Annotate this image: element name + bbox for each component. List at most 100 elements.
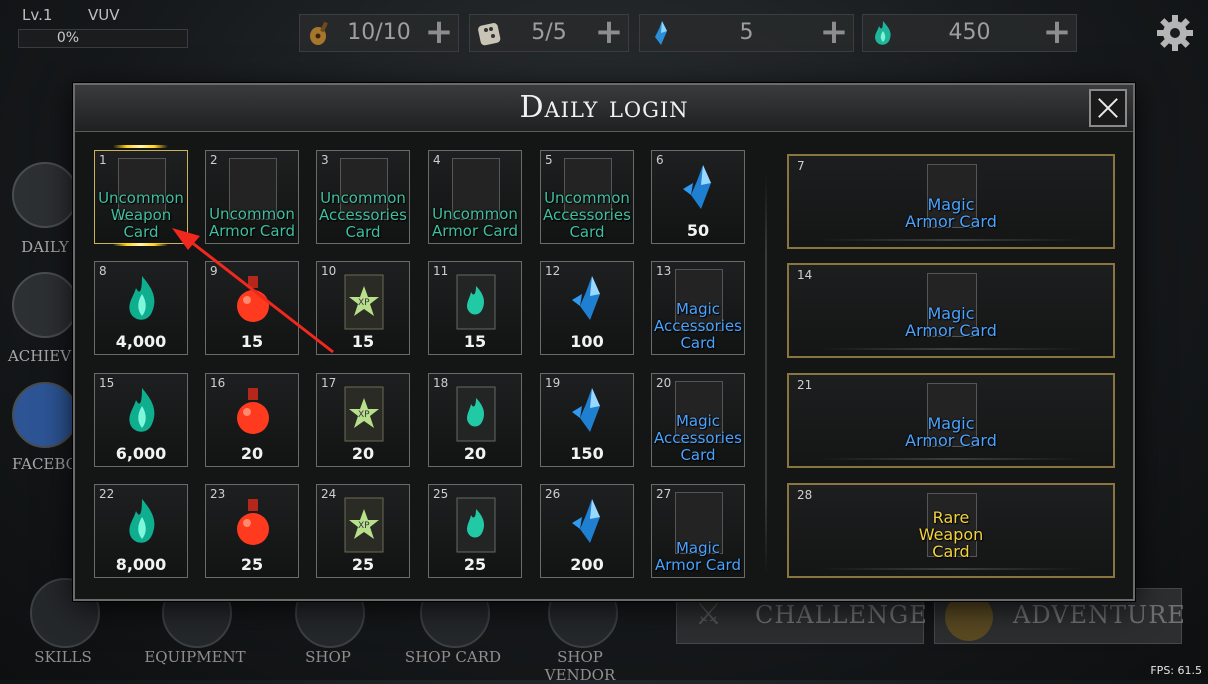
day-number: 14 <box>797 268 813 282</box>
day-8-reward[interactable]: 8 4,000 <box>94 261 188 355</box>
dialog-title: Daily login <box>519 90 689 125</box>
facebook-icon[interactable] <box>12 382 78 448</box>
day-24-reward[interactable]: 24 XP 25 <box>316 484 410 578</box>
day-21-weekly-reward[interactable]: 21 Magic Armor Card <box>787 373 1115 468</box>
day-number: 17 <box>321 376 337 390</box>
player-level: Lv.1 <box>22 6 53 24</box>
reward-quantity: 25 <box>351 555 375 574</box>
day-15-reward[interactable]: 15 6,000 <box>94 373 188 467</box>
reward-quantity: 15 <box>240 332 264 351</box>
day-number: 13 <box>656 264 672 278</box>
day-16-reward[interactable]: 16 20 <box>205 373 299 467</box>
day-number: 4 <box>433 153 441 167</box>
add-energy-button[interactable]: + <box>420 15 458 51</box>
day-number: 24 <box>321 487 337 501</box>
fps-counter: FPS: 61.5 <box>1150 664 1202 677</box>
day-4-reward[interactable]: 4 Uncommon Armor Card <box>428 150 522 244</box>
blue-crystal-icon <box>655 21 667 45</box>
green-soul-flame-icon <box>875 21 891 45</box>
day-number: 26 <box>545 487 561 501</box>
day-20-reward[interactable]: 20 Magic Accessories Card <box>651 373 745 467</box>
ornament-divider <box>819 348 1083 350</box>
crossed-swords-icon: ⚔ <box>695 597 723 632</box>
svg-text:XP: XP <box>358 521 370 531</box>
day-22-reward[interactable]: 22 8,000 <box>94 484 188 578</box>
day-number: 19 <box>545 376 561 390</box>
player-name: VUV <box>88 6 120 24</box>
day-number: 1 <box>99 153 107 167</box>
svg-text:XP: XP <box>358 410 370 420</box>
gear-icon[interactable] <box>1155 13 1195 53</box>
reward-quantity: 100 <box>570 332 604 351</box>
day-11-reward[interactable]: 11 15 <box>428 261 522 355</box>
xp-percent: 0% <box>56 30 80 46</box>
challenge-label: CHALLENGE <box>755 601 928 629</box>
day-19-reward[interactable]: 19 150 <box>540 373 634 467</box>
day-14-weekly-reward[interactable]: 14 Magic Armor Card <box>787 263 1115 358</box>
day-number: 11 <box>433 264 449 278</box>
day-number: 10 <box>321 264 337 278</box>
day-number: 7 <box>797 159 805 173</box>
day-10-reward[interactable]: 10 XP 15 <box>316 261 410 355</box>
reward-quantity: 6,000 <box>115 444 167 463</box>
soul-resource: 450 + <box>862 14 1077 52</box>
day-number: 28 <box>797 488 813 502</box>
day-12-reward[interactable]: 12 100 <box>540 261 634 355</box>
day-2-reward[interactable]: 2 Uncommon Armor Card <box>205 150 299 244</box>
reward-quantity: 8,000 <box>115 555 167 574</box>
reward-quantity: 25 <box>240 555 264 574</box>
day-number: 20 <box>656 376 672 390</box>
svg-text:XP: XP <box>358 298 370 308</box>
selection-glint-bottom <box>113 243 168 246</box>
day-13-reward[interactable]: 13 Magic Accessories Card <box>651 261 745 355</box>
bottom-shopcard-label: SHOP CARD <box>404 648 502 666</box>
add-crystal-button[interactable]: + <box>815 15 853 51</box>
bottom-shop-label: SHOP <box>305 648 351 666</box>
day-28-weekly-reward[interactable]: 28 Rare Weapon Card <box>787 483 1115 578</box>
adventure-label: ADVENTURE <box>1013 601 1186 629</box>
reward-label: Uncommon Accessories Card <box>543 189 631 241</box>
day-number: 15 <box>99 376 115 390</box>
reward-quantity: 15 <box>463 332 487 351</box>
day-26-reward[interactable]: 26 200 <box>540 484 634 578</box>
dice-resource: 5/5 + <box>469 14 629 52</box>
day-17-reward[interactable]: 17 XP 20 <box>316 373 410 467</box>
reward-quantity: 200 <box>570 555 604 574</box>
day-number: 27 <box>656 487 672 501</box>
day-number: 12 <box>545 264 561 278</box>
day-25-reward[interactable]: 25 25 <box>428 484 522 578</box>
day-18-reward[interactable]: 18 20 <box>428 373 522 467</box>
reward-label: Magic Accessories Card <box>654 412 742 464</box>
day-3-reward[interactable]: 3 Uncommon Accessories Card <box>316 150 410 244</box>
add-dice-button[interactable]: + <box>590 15 628 51</box>
ornament-divider <box>819 458 1083 460</box>
day-number: 22 <box>99 487 115 501</box>
day-6-reward[interactable]: 6 50 <box>651 150 745 244</box>
divider <box>765 175 767 575</box>
day-5-reward[interactable]: 5 Uncommon Accessories Card <box>540 150 634 244</box>
close-button[interactable] <box>1089 89 1127 127</box>
bottom-equipment-label: EQUIPMENT <box>144 648 246 666</box>
reward-quantity: 20 <box>463 444 487 463</box>
ornament-divider <box>819 239 1083 241</box>
xp-bar: 0% <box>18 29 188 48</box>
day-9-reward[interactable]: 9 15 <box>205 261 299 355</box>
day-number: 2 <box>210 153 218 167</box>
day-7-weekly-reward[interactable]: 7 Magic Armor Card <box>787 154 1115 249</box>
dialog-header: Daily login <box>75 85 1133 132</box>
reward-label: Uncommon Accessories Card <box>319 189 407 241</box>
energy-resource: 10/10 + <box>299 14 459 52</box>
add-soul-button[interactable]: + <box>1038 15 1076 51</box>
day-1-reward[interactable]: 1 Uncommon Weapon Card <box>94 150 188 244</box>
reward-quantity: 20 <box>351 444 375 463</box>
day-27-reward[interactable]: 27 Magic Armor Card <box>651 484 745 578</box>
day-number: 21 <box>797 378 813 392</box>
day-23-reward[interactable]: 23 25 <box>205 484 299 578</box>
crystal-resource: 5 + <box>639 14 854 52</box>
soul-value: 450 <box>948 20 991 45</box>
day-number: 6 <box>656 153 664 167</box>
book-icon[interactable] <box>12 162 78 228</box>
trophy-icon[interactable] <box>12 272 78 338</box>
reward-label: Rare Weapon Card <box>918 508 984 561</box>
reward-label: Uncommon Armor Card <box>432 205 518 240</box>
